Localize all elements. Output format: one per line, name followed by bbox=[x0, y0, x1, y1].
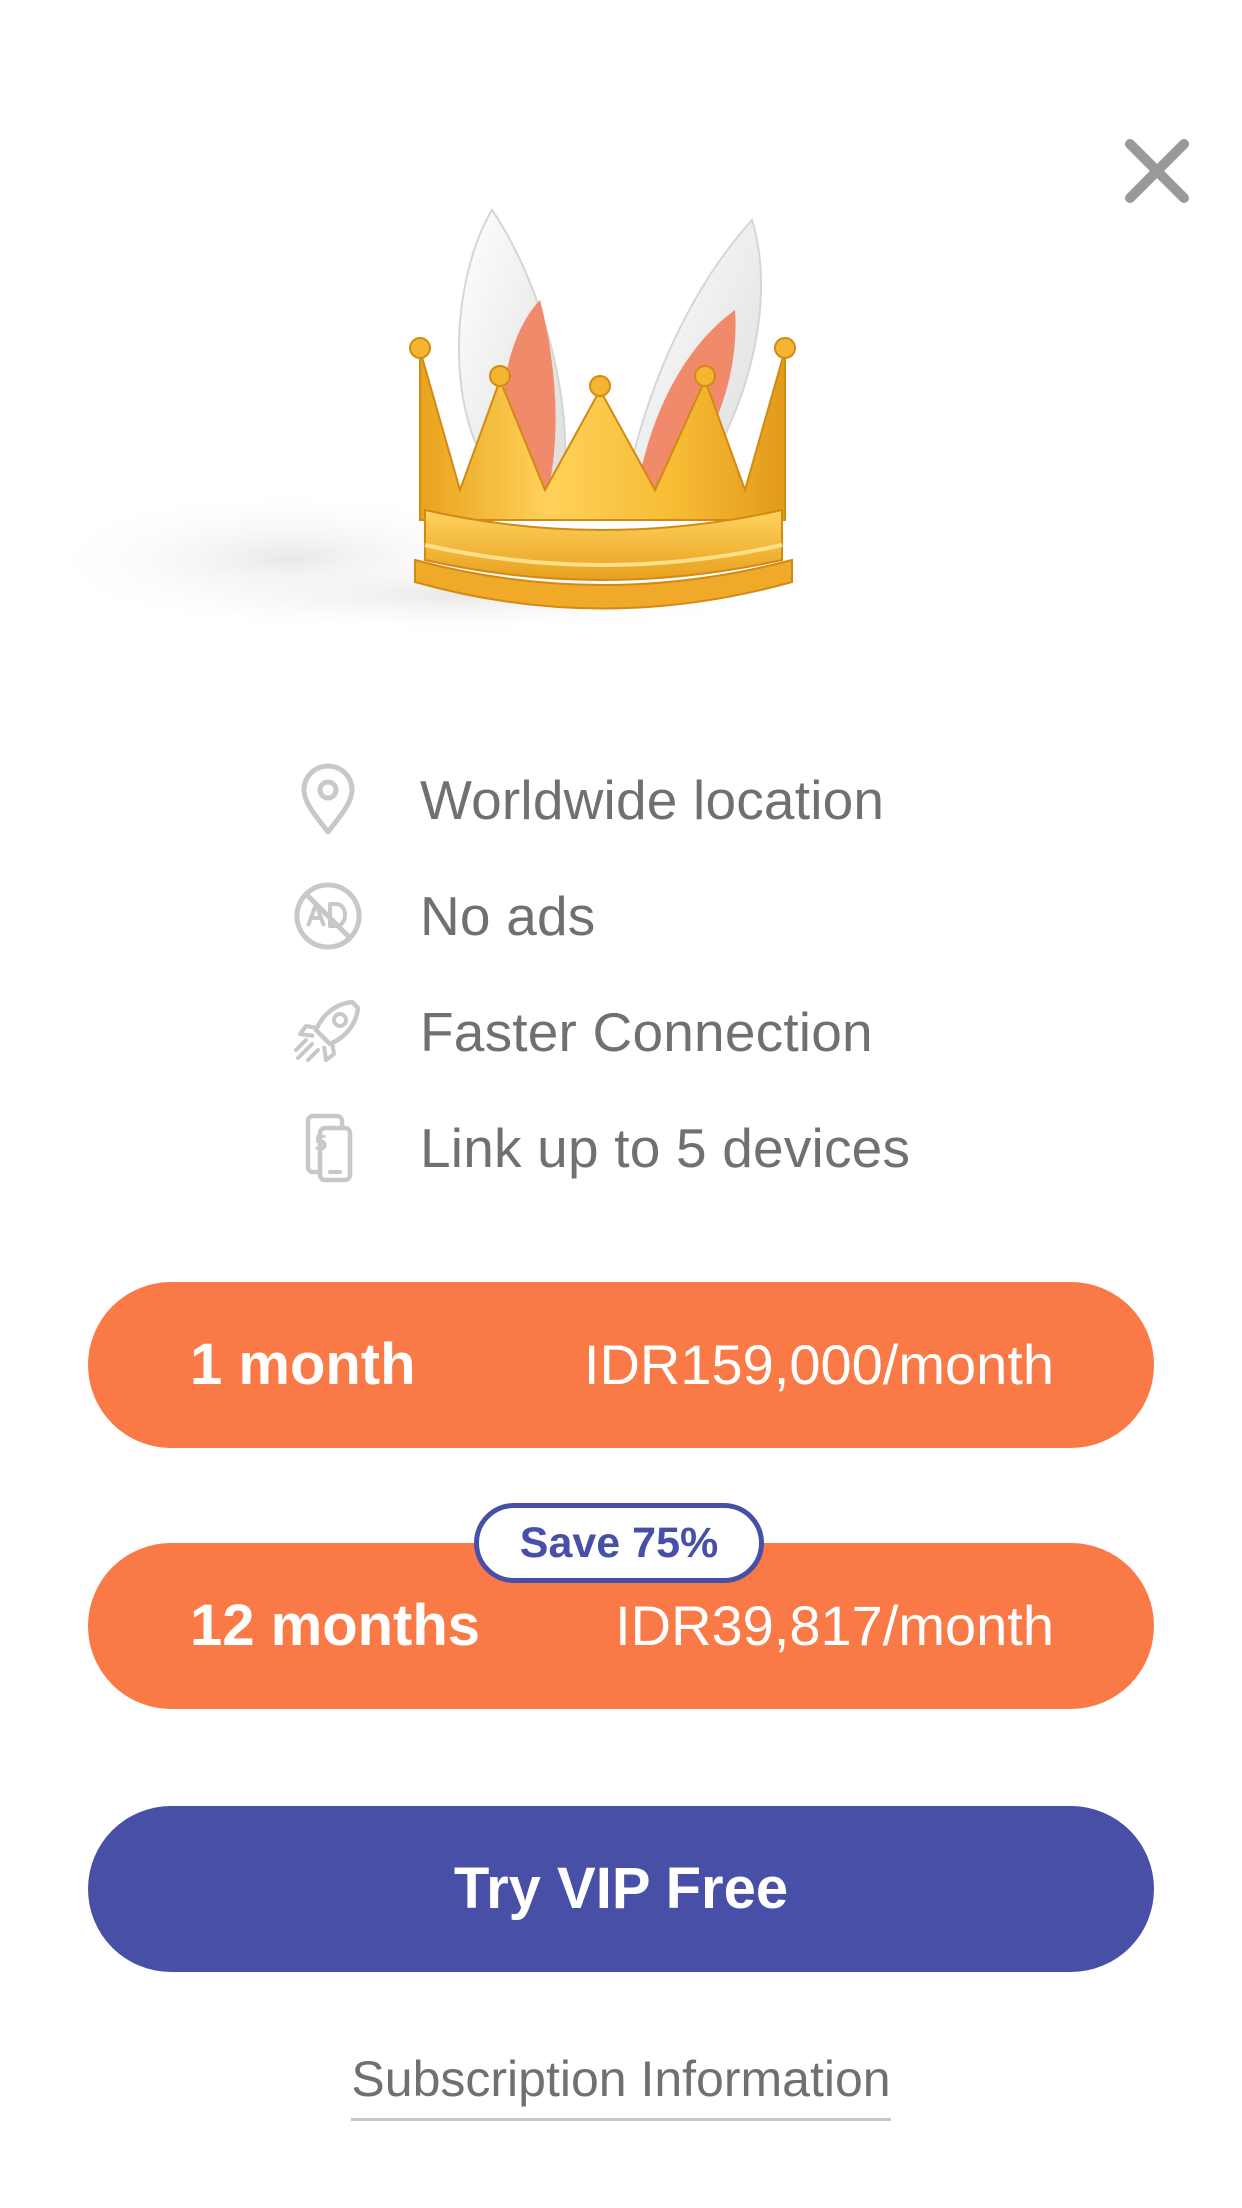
footer: Subscription Information bbox=[0, 2050, 1242, 2121]
close-icon bbox=[1125, 139, 1189, 203]
crown-bunny-ears-image bbox=[40, 208, 796, 635]
svg-text:5: 5 bbox=[314, 1131, 328, 1155]
subscription-information-link[interactable]: Subscription Information bbox=[351, 2050, 891, 2121]
location-pin-icon bbox=[290, 762, 366, 838]
hero-illustration bbox=[40, 190, 900, 660]
close-button[interactable] bbox=[1120, 134, 1194, 208]
no-ads-icon bbox=[290, 878, 366, 954]
plan-term: 1 month bbox=[190, 1332, 416, 1397]
feature-label: Faster Connection bbox=[420, 1001, 873, 1063]
feature-label: Link up to 5 devices bbox=[420, 1117, 911, 1179]
feature-label: No ads bbox=[420, 885, 596, 947]
plan-term: 12 months bbox=[190, 1593, 481, 1658]
feature-item-worldwide-location: Worldwide location bbox=[290, 742, 1050, 858]
try-vip-free-button[interactable]: Try VIP Free bbox=[88, 1806, 1154, 1972]
feature-label: Worldwide location bbox=[420, 769, 885, 831]
feature-item-faster-connection: Faster Connection bbox=[290, 974, 1050, 1090]
feature-list: Worldwide location No ads Faster Connect… bbox=[290, 742, 1050, 1206]
plan-price: IDR159,000/month bbox=[583, 1333, 1054, 1396]
plan-1-month-button[interactable]: 1 month IDR159,000/month bbox=[88, 1282, 1154, 1448]
feature-item-link-devices: 5 Link up to 5 devices bbox=[290, 1090, 1050, 1206]
devices-icon: 5 bbox=[290, 1110, 366, 1186]
rocket-icon bbox=[290, 994, 366, 1070]
save-badge: Save 75% bbox=[474, 1503, 764, 1583]
feature-item-no-ads: No ads bbox=[290, 858, 1050, 974]
